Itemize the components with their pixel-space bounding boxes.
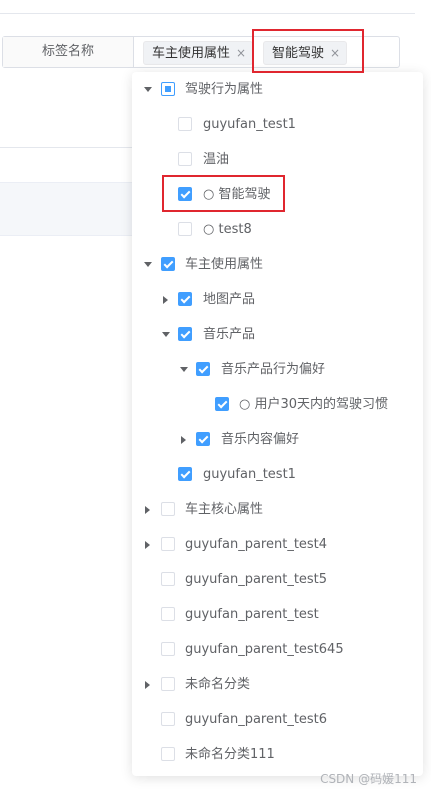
highlight-box-tree-node [162, 175, 285, 212]
checkbox[interactable] [161, 642, 175, 656]
tree-node[interactable]: guyufan_parent_test [132, 597, 423, 632]
tree-node[interactable]: guyufan_parent_test645 [132, 632, 423, 667]
tree-node-label: 驾驶行为属性 [185, 82, 264, 97]
highlight-box-selected-tag [252, 29, 364, 73]
checkbox[interactable] [161, 712, 175, 726]
tag-close-icon[interactable]: × [236, 46, 246, 60]
tree-node[interactable]: 音乐产品行为偏好 [132, 352, 423, 387]
tree-node-label: 未命名分类111 [185, 747, 275, 762]
tree-node[interactable]: 地图产品 [132, 282, 423, 317]
checkbox[interactable] [161, 502, 175, 516]
tree-node[interactable]: 未命名分类 [132, 667, 423, 702]
caret-down-icon[interactable] [162, 332, 170, 337]
checkbox-checked[interactable] [178, 292, 192, 306]
checkbox-checked[interactable] [196, 362, 210, 376]
tree-node[interactable]: 音乐产品 [132, 317, 423, 352]
tag-label: 车主使用属性 [152, 46, 231, 61]
checkbox-checked[interactable] [178, 327, 192, 341]
tree-node-label: 温油 [203, 152, 230, 167]
tree-node-label: 音乐内容偏好 [221, 432, 300, 447]
checkbox-indeterminate[interactable] [161, 82, 175, 96]
table-header-band [0, 182, 134, 236]
checkbox[interactable] [178, 117, 192, 131]
tree-node-label: 车主使用属性 [185, 257, 264, 272]
caret-down-icon[interactable] [144, 262, 152, 267]
tree-node[interactable]: guyufan_parent_test4 [132, 527, 423, 562]
tree-node[interactable]: 车主使用属性 [132, 247, 423, 282]
page-divider [0, 147, 134, 148]
caret-down-icon[interactable] [180, 367, 188, 372]
tree-node-label: guyufan_test1 [203, 117, 296, 132]
tree-node[interactable]: 驾驶行为属性 [132, 72, 423, 107]
tree-node-label: guyufan_parent_test4 [185, 537, 328, 552]
caret-right-icon[interactable] [145, 541, 150, 549]
tree-node[interactable]: guyufan_parent_test5 [132, 562, 423, 597]
tree-node-label: 音乐产品 [203, 327, 256, 342]
tree-node[interactable]: 音乐内容偏好 [132, 422, 423, 457]
form-label: 标签名称 [3, 37, 134, 67]
checkbox-checked[interactable] [196, 432, 210, 446]
checkbox[interactable] [178, 152, 192, 166]
caret-down-icon[interactable] [144, 87, 152, 92]
tree-node[interactable]: guyufan_test1 [132, 107, 423, 142]
checkbox-checked[interactable] [178, 467, 192, 481]
checkbox[interactable] [161, 677, 175, 691]
tree-node-label: 音乐产品行为偏好 [221, 362, 326, 377]
tree-node-label: guyufan_parent_test6 [185, 712, 328, 727]
selected-tag: 车主使用属性 × [143, 41, 254, 65]
tree-node-label: ○ 用户30天内的驾驶习惯 [239, 397, 389, 412]
tree-node-label: guyufan_parent_test [185, 607, 319, 622]
tree-node-label: 未命名分类 [185, 677, 251, 692]
checkbox[interactable] [178, 222, 192, 236]
tree-node[interactable]: 温油 [132, 142, 423, 177]
tree-node-label: ○ test8 [203, 222, 252, 237]
tree-node[interactable]: 未命名分类111 [132, 737, 423, 772]
page-top-border [0, 13, 415, 14]
checkbox-checked[interactable] [161, 257, 175, 271]
caret-right-icon[interactable] [145, 506, 150, 514]
tree-node[interactable]: guyufan_parent_test6 [132, 702, 423, 737]
tree-node[interactable]: 车主核心属性 [132, 492, 423, 527]
caret-right-icon[interactable] [163, 296, 168, 304]
tree-node[interactable]: ○ test8 [132, 212, 423, 247]
checkbox[interactable] [161, 747, 175, 761]
caret-right-icon[interactable] [181, 436, 186, 444]
tree-node[interactable]: guyufan_test1 [132, 457, 423, 492]
tree-node-label: guyufan_test1 [203, 467, 296, 482]
tree-node[interactable]: ○ 用户30天内的驾驶习惯 [132, 387, 423, 422]
caret-right-icon[interactable] [145, 681, 150, 689]
tree-node-label: guyufan_parent_test5 [185, 572, 328, 587]
tree-node-label: guyufan_parent_test645 [185, 642, 344, 657]
tree-node-label: 地图产品 [203, 292, 256, 307]
watermark: CSDN @码媛111 [320, 772, 417, 786]
tree-node-label: 车主核心属性 [185, 502, 264, 517]
checkbox[interactable] [161, 537, 175, 551]
checkbox-checked[interactable] [215, 397, 229, 411]
checkbox[interactable] [161, 607, 175, 621]
checkbox[interactable] [161, 572, 175, 586]
